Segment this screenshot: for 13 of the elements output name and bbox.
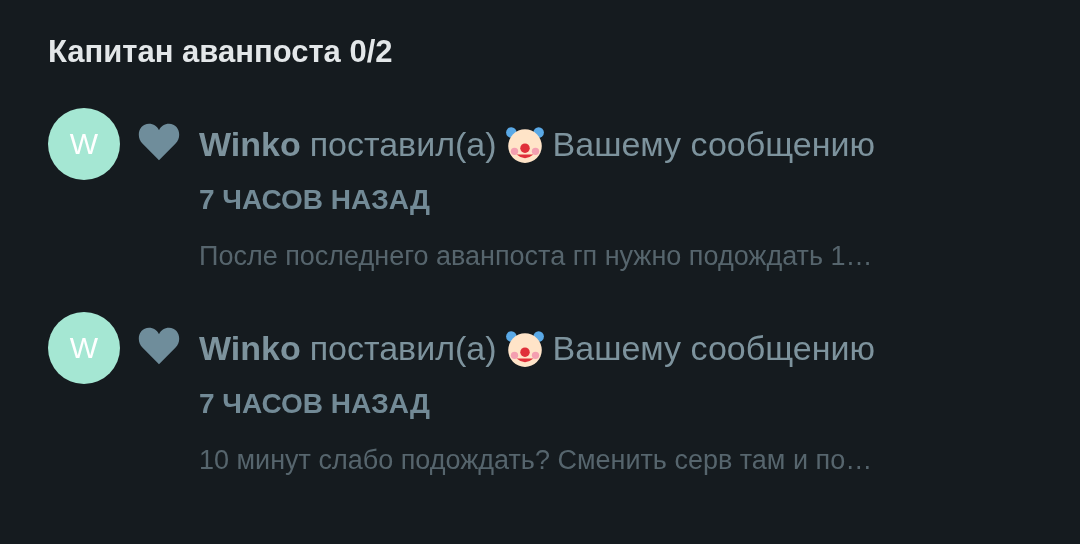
user-name[interactable]: Winko [199,116,301,172]
target-text: Вашему сообщению [552,328,875,369]
heart-icon [137,326,181,366]
heart-icon [137,122,181,162]
message-preview: 10 минут слабо подождать? Сменить серв там и по… [199,444,874,477]
target-text: Вашему сообщению [552,124,875,165]
timestamp: 7 ЧАСОВ НАЗАД [199,387,432,421]
action-text: поставил(а) [309,328,497,369]
user-name[interactable]: Winko [199,320,301,376]
action-text: поставил(а) [309,124,497,165]
section-title: Капитан аванпоста 0/2 [48,33,394,71]
timestamp: 7 ЧАСОВ НАЗАД [199,183,432,217]
message-preview: После последнего аванпоста гп нужно подождать 1… [199,240,874,273]
